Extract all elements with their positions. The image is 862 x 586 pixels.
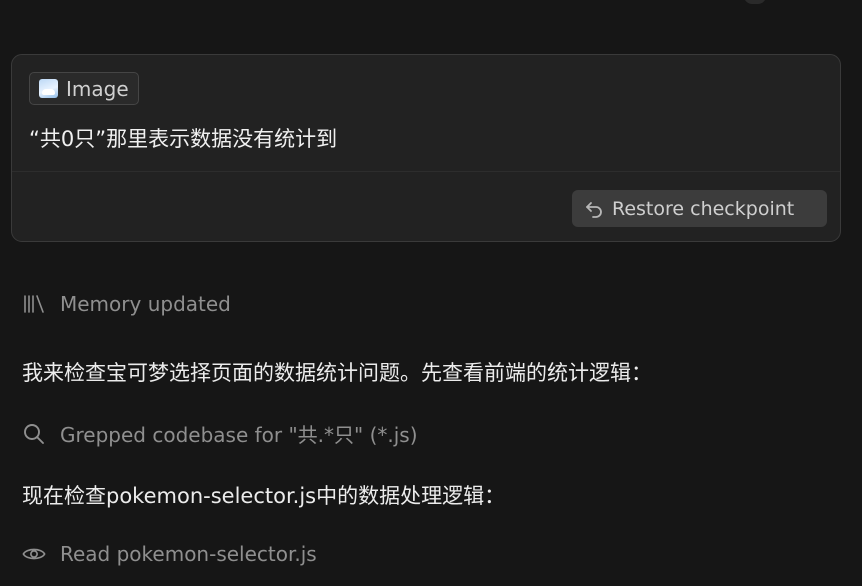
memory-updated-row[interactable]: Memory updated xyxy=(22,292,231,316)
restore-checkpoint-label: Restore checkpoint xyxy=(612,197,795,220)
undo-arrow-icon xyxy=(586,201,602,218)
user-message-text: “共0只”那里表示数据没有统计到 xyxy=(29,127,338,151)
user-message-card[interactable]: Image “共0只”那里表示数据没有统计到 Restore checkpoin… xyxy=(11,54,841,242)
library-icon xyxy=(22,292,46,316)
card-divider xyxy=(12,171,840,172)
image-attachment-chip[interactable]: Image xyxy=(29,72,139,105)
read-file-row[interactable]: Read pokemon-selector.js xyxy=(22,542,317,566)
search-icon xyxy=(22,422,46,446)
grep-tool-label: Grepped codebase for "共.*只" (*.js) xyxy=(60,423,418,447)
assistant-intro-label: 我来检查宝可梦选择页面的数据统计问题。先查看前端的统计逻辑： xyxy=(22,361,652,385)
attachment-label: Image xyxy=(66,76,129,101)
restore-checkpoint-button[interactable]: Restore checkpoint xyxy=(572,190,827,227)
grep-tool-row[interactable]: Grepped codebase for "共.*只" (*.js) xyxy=(22,419,418,448)
assistant-next-label: 现在检查pokemon-selector.js中的数据处理逻辑： xyxy=(22,484,506,508)
image-icon xyxy=(39,79,58,98)
top-edge-avatar xyxy=(744,0,766,4)
read-file-label: Read pokemon-selector.js xyxy=(60,542,317,566)
chat-panel: Image “共0只”那里表示数据没有统计到 Restore checkpoin… xyxy=(0,0,862,586)
assistant-intro-text: 我来检查宝可梦选择页面的数据统计问题。先查看前端的统计逻辑： xyxy=(22,357,652,387)
assistant-next-text: 现在检查pokemon-selector.js中的数据处理逻辑： xyxy=(22,480,505,510)
memory-updated-label: Memory updated xyxy=(60,292,231,316)
eye-icon xyxy=(22,542,46,566)
